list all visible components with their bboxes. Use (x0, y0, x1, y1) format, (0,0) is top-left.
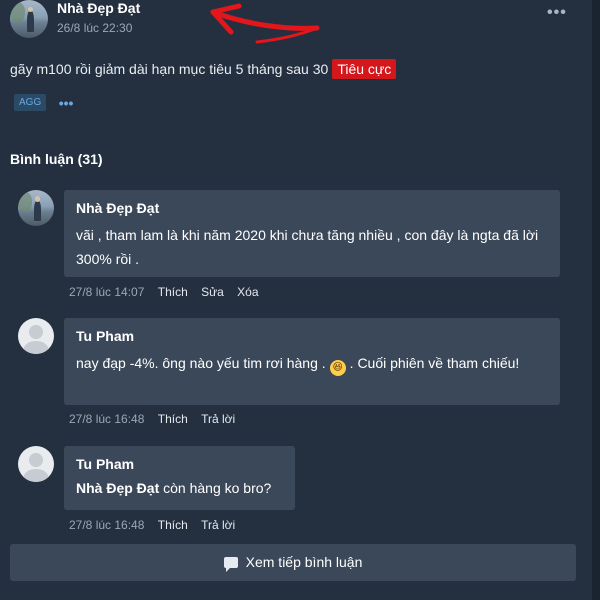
comment-meta: 27/8 lúc 16:48 Thích Trả lời (69, 412, 235, 426)
sentiment-badge: Tiêu cực (332, 59, 397, 79)
edit-button[interactable]: Sửa (201, 285, 224, 299)
comment-text-part: còn hàng ko bro? (163, 480, 272, 496)
annotation-arrow-icon (210, 3, 320, 44)
comments-title: Bình luận (31) (10, 151, 103, 167)
comment-text: vãi , tham lam là khi năm 2020 khi chưa … (76, 227, 539, 267)
post-body: gãy m100 rồi giảm dài hạn mục tiêu 5 thá… (10, 59, 397, 79)
comment-author[interactable]: Tu Pham (76, 456, 283, 472)
chat-bubble-icon (223, 554, 238, 591)
comment-text-part: nay đạp -4%. ông nào yếu tim rơi hàng . (76, 355, 326, 371)
comment-bubble: Tu Pham nay đạp -4%. ông nào yếu tim rơi… (64, 318, 560, 405)
comment-text: nay đạp -4%. ông nào yếu tim rơi hàng . 😆… (76, 351, 548, 376)
more-tags-icon[interactable]: ••• (59, 95, 74, 111)
post-author-name[interactable]: Nhà Đẹp Đạt (57, 0, 140, 16)
comment-author[interactable]: Tu Pham (76, 328, 548, 344)
comment-text: Nhà Đẹp Đạt còn hàng ko bro? (76, 479, 283, 497)
comment-item: Tu Pham nay đạp -4%. ông nào yếu tim rơi… (18, 318, 588, 428)
laughing-emoji-icon: 😆 (329, 360, 346, 376)
like-button[interactable]: Thích (158, 518, 188, 532)
author-avatar[interactable] (10, 0, 48, 38)
comment-avatar[interactable] (18, 190, 54, 226)
comment-item: Tu Pham Nhà Đẹp Đạt còn hàng ko bro? 27/… (18, 446, 588, 536)
post-detail-page: Nhà Đẹp Đạt 26/8 lúc 22:30 ••• gãy m100 … (0, 0, 600, 600)
comment-item: Nhà Đẹp Đạt vãi , tham lam là khi năm 20… (18, 190, 588, 300)
delete-button[interactable]: Xóa (237, 285, 258, 299)
tag-row: AGG ••• (14, 94, 73, 112)
load-more-label: Xem tiếp bình luận (245, 554, 363, 570)
like-button[interactable]: Thích (158, 285, 188, 299)
comment-time: 27/8 lúc 16:48 (69, 412, 145, 426)
comment-bubble: Tu Pham Nhà Đẹp Đạt còn hàng ko bro? (64, 446, 295, 510)
comment-meta: 27/8 lúc 16:48 Thích Trả lời (69, 518, 235, 532)
scrollbar-track[interactable] (592, 0, 600, 600)
reply-button[interactable]: Trả lời (201, 412, 235, 426)
comment-time: 27/8 lúc 16:48 (69, 518, 145, 532)
post-text: gãy m100 rồi giảm dài hạn mục tiêu 5 thá… (10, 61, 329, 77)
comment-meta: 27/8 lúc 14:07 Thích Sửa Xóa (69, 285, 259, 299)
comment-author[interactable]: Nhà Đẹp Đạt (76, 200, 548, 216)
comment-avatar[interactable] (18, 318, 54, 354)
more-options-icon[interactable]: ••• (547, 4, 567, 22)
mention-link[interactable]: Nhà Đẹp Đạt (76, 480, 159, 496)
comment-bubble: Nhà Đẹp Đạt vãi , tham lam là khi năm 20… (64, 190, 560, 277)
ticker-tag[interactable]: AGG (14, 94, 47, 112)
post-timestamp: 26/8 lúc 22:30 (57, 21, 133, 35)
comment-text-part: . Cuối phiên về tham chiếu! (349, 355, 520, 371)
load-more-comments-button[interactable]: Xem tiếp bình luận (10, 544, 576, 591)
comment-time: 27/8 lúc 14:07 (69, 285, 145, 299)
like-button[interactable]: Thích (158, 412, 188, 426)
comment-avatar[interactable] (18, 446, 54, 482)
reply-button[interactable]: Trả lời (201, 518, 235, 532)
